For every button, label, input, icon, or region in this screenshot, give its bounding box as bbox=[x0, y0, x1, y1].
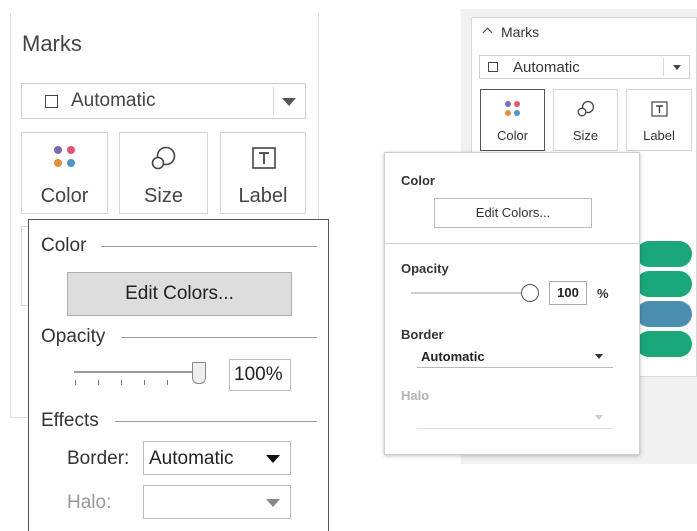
square-mark-icon bbox=[488, 62, 498, 72]
left-opacity-slider-track[interactable] bbox=[74, 371, 204, 373]
slider-tick bbox=[167, 380, 168, 385]
right-border-value: Automatic bbox=[421, 349, 485, 364]
section-divider bbox=[385, 243, 639, 244]
left-halo-label: Halo: bbox=[67, 492, 112, 513]
left-color-popup: Color Edit Colors... Opacity 100% Effect… bbox=[28, 219, 329, 531]
left-size-card[interactable]: Size bbox=[119, 132, 208, 214]
section-divider bbox=[115, 421, 317, 422]
chevron-down-icon bbox=[266, 455, 280, 463]
square-mark-icon bbox=[45, 95, 58, 108]
left-color-label: Color bbox=[40, 185, 89, 207]
chevron-down-icon bbox=[595, 354, 603, 359]
chevron-down-icon[interactable] bbox=[673, 65, 681, 70]
right-marks-title: Marks bbox=[501, 24, 540, 40]
right-size-label: Size bbox=[572, 128, 599, 143]
dropdown-separator bbox=[273, 87, 274, 115]
right-opacity-input[interactable]: 100 bbox=[549, 281, 587, 305]
right-border-dropdown[interactable]: Automatic bbox=[417, 346, 613, 368]
left-edit-colors-button[interactable]: Edit Colors... bbox=[67, 272, 292, 316]
left-marks-title: Marks bbox=[22, 31, 82, 56]
section-divider bbox=[121, 337, 317, 338]
percent-sign: % bbox=[597, 286, 609, 301]
slider-tick bbox=[98, 380, 99, 385]
right-border-heading: Border bbox=[401, 327, 444, 342]
right-size-card[interactable]: Size bbox=[553, 89, 618, 151]
left-mark-type-value: Automatic bbox=[71, 90, 156, 111]
size-icon bbox=[577, 100, 595, 117]
left-mark-type-dropdown[interactable]: Automatic bbox=[21, 83, 306, 119]
text-label-icon bbox=[651, 101, 668, 117]
view-bar bbox=[636, 271, 692, 297]
left-effects-heading: Effects bbox=[41, 410, 99, 431]
view-bar bbox=[636, 301, 692, 327]
right-color-popup: Color Edit Colors... Opacity 100 % Borde… bbox=[384, 152, 640, 455]
right-halo-dropdown[interactable] bbox=[417, 407, 613, 429]
left-color-card[interactable]: Color bbox=[21, 132, 108, 214]
color-palette-icon bbox=[54, 146, 75, 167]
chevron-down-icon[interactable] bbox=[282, 98, 296, 106]
dropdown-separator bbox=[663, 58, 664, 76]
right-mark-type-value: Automatic bbox=[513, 59, 580, 76]
left-label-label: Label bbox=[238, 185, 288, 207]
right-color-heading: Color bbox=[401, 173, 435, 188]
left-opacity-slider-thumb[interactable] bbox=[192, 362, 206, 384]
right-color-label: Color bbox=[496, 128, 529, 143]
size-icon bbox=[151, 146, 176, 170]
right-mark-type-dropdown[interactable]: Automatic bbox=[479, 55, 690, 79]
color-palette-icon bbox=[505, 101, 520, 116]
section-divider bbox=[101, 246, 317, 247]
right-label-card[interactable]: Label bbox=[626, 89, 692, 151]
chevron-down-icon bbox=[595, 415, 603, 420]
chevron-down-icon bbox=[266, 499, 280, 507]
left-border-label: Border: bbox=[67, 448, 130, 469]
left-opacity-heading: Opacity bbox=[41, 326, 106, 347]
right-opacity-slider-track[interactable] bbox=[411, 292, 521, 294]
right-label-label: Label bbox=[643, 128, 675, 143]
left-color-heading: Color bbox=[41, 235, 87, 256]
view-bar bbox=[636, 241, 692, 267]
right-opacity-slider-thumb[interactable] bbox=[521, 284, 539, 302]
left-label-card[interactable]: Label bbox=[220, 132, 306, 214]
right-color-card[interactable]: Color bbox=[480, 89, 545, 151]
right-edit-colors-button[interactable]: Edit Colors... bbox=[434, 198, 592, 228]
left-opacity-input[interactable]: 100% bbox=[229, 359, 291, 391]
slider-tick bbox=[75, 380, 76, 385]
left-border-value: Automatic bbox=[149, 448, 234, 469]
right-opacity-heading: Opacity bbox=[401, 261, 449, 276]
text-label-icon bbox=[252, 147, 276, 169]
left-halo-dropdown[interactable] bbox=[143, 485, 291, 519]
right-halo-heading: Halo bbox=[401, 388, 430, 403]
slider-tick bbox=[144, 380, 145, 385]
left-border-dropdown[interactable]: Automatic bbox=[143, 441, 291, 475]
slider-tick bbox=[121, 380, 122, 385]
left-size-label: Size bbox=[144, 185, 183, 207]
view-bar bbox=[636, 331, 692, 357]
